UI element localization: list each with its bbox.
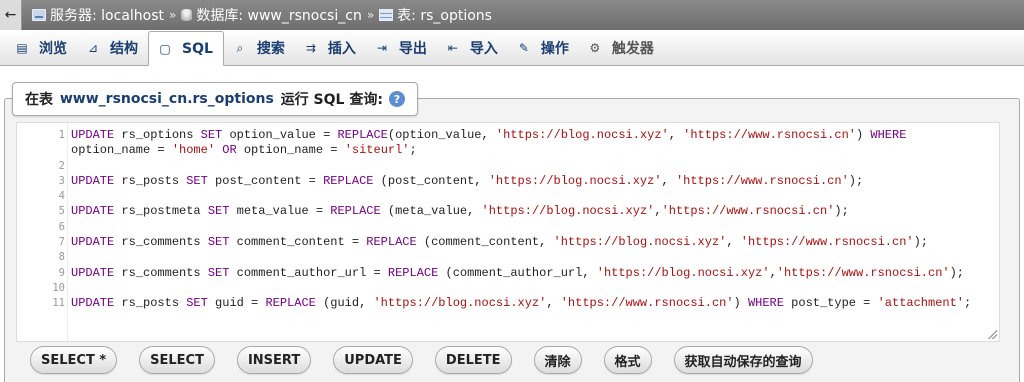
help-icon[interactable]: ? — [388, 91, 405, 107]
line-number: 5 — [58, 205, 65, 218]
code-line[interactable]: UPDATE rs_postmeta SET meta_value = REPL… — [71, 204, 995, 219]
tab-label: 触发器 — [611, 41, 654, 57]
line-number — [17, 143, 67, 158]
breadcrumb-database-label[interactable]: 数据库: www_rsnocsi_cn — [196, 5, 361, 25]
code-line[interactable]: UPDATE rs_posts SET guid = REPLACE (guid… — [71, 296, 995, 311]
sql-icon: ▢ — [159, 41, 171, 56]
tab-label: 插入 — [327, 41, 356, 57]
sql-code[interactable]: UPDATE rs_options SET option_value = REP… — [71, 128, 995, 312]
code-line[interactable] — [71, 281, 995, 296]
line-numbers: 1 2 3 4 5 6 7 8 9 10 11 — [17, 128, 67, 312]
line-number: 11 — [52, 297, 65, 310]
line-number: 6 — [58, 220, 65, 233]
code-line[interactable]: option_name = 'home' OR option_name = 's… — [71, 143, 995, 158]
database-icon — [181, 9, 193, 21]
line-number: 2 — [58, 159, 65, 172]
breadcrumb: 服务器: localhost » 数据库: www_rsnocsi_cn » 表… — [22, 5, 492, 25]
tab-search[interactable]: ⌕ 搜索 — [224, 31, 295, 65]
breadcrumb-server[interactable]: 服务器: localhost — [32, 5, 164, 25]
code-line[interactable] — [71, 220, 995, 235]
select-star-button[interactable]: SELECT * — [30, 346, 118, 374]
line-number: 10 — [52, 281, 65, 294]
tab-label: 导入 — [469, 41, 498, 57]
clear-button[interactable]: 清除 — [533, 346, 582, 374]
code-line[interactable] — [71, 159, 995, 174]
tab-bar: ▤ 浏览 ⊿ 结构 ▢ SQL ⌕ 搜索 ⇉ 插入 ⇥ 导出 ⇤ 导入 ✎ 操作 ⚙ 触发器 — [0, 30, 1024, 66]
search-icon: ⌕ — [236, 40, 244, 55]
tab-label: 操作 — [540, 41, 569, 57]
tab-import[interactable]: ⇤ 导入 — [437, 31, 508, 65]
line-number: 3 — [58, 174, 65, 187]
tab-label: 导出 — [398, 41, 427, 57]
delete-button[interactable]: DELETE — [434, 346, 512, 374]
line-number: 8 — [58, 251, 65, 264]
tab-label: 浏览 — [39, 41, 67, 57]
code-line[interactable]: UPDATE rs_comments SET comment_author_ur… — [71, 266, 995, 281]
breadcrumb-table[interactable]: 表: rs_options — [379, 5, 492, 25]
code-line[interactable] — [71, 250, 995, 265]
table-icon — [379, 9, 394, 21]
tab-label: 搜索 — [256, 41, 285, 57]
breadcrumb-separator: » — [169, 8, 177, 22]
sql-editor[interactable]: 1 2 3 4 5 6 7 8 9 10 11 UPDATE rs_options SET opti… — [16, 122, 1000, 342]
structure-icon: ⊿ — [87, 41, 99, 55]
legend-suffix: 运行 SQL 查询: — [280, 92, 383, 108]
format-button[interactable]: 格式 — [603, 346, 652, 374]
select-button[interactable]: SELECT — [139, 346, 215, 374]
get-autosaved-query-button[interactable]: 获取自动保存的查询 — [673, 346, 813, 374]
query-buttons: SELECT * SELECT INSERT UPDATE DELETE 清除 … — [30, 346, 813, 374]
line-number: 4 — [58, 190, 65, 203]
resize-handle-icon[interactable] — [987, 329, 997, 339]
legend-table-name: www_rsnocsi_cn.rs_options — [59, 91, 274, 107]
tab-browse[interactable]: ▤ 浏览 — [6, 31, 77, 65]
breadcrumb-server-label[interactable]: 服务器: localhost — [50, 5, 164, 25]
tab-export[interactable]: ⇥ 导出 — [366, 31, 437, 65]
breadcrumb-database[interactable]: 数据库: www_rsnocsi_cn — [181, 5, 362, 25]
breadcrumb-table-label[interactable]: 表: rs_options — [397, 5, 492, 25]
browse-icon: ▤ — [16, 41, 28, 55]
tab-label: 结构 — [110, 41, 138, 57]
tab-sql[interactable]: ▢ SQL — [148, 31, 224, 66]
code-line[interactable]: UPDATE rs_options SET option_value = REP… — [71, 128, 995, 143]
insert-button[interactable]: INSERT — [236, 346, 312, 374]
line-number: 1 — [58, 129, 65, 141]
code-line[interactable]: UPDATE rs_posts SET post_content = REPLA… — [71, 174, 995, 189]
editor-gutter-divider — [67, 123, 68, 341]
operations-icon: ✎ — [518, 41, 529, 55]
server-icon — [32, 9, 46, 21]
panel-legend: 在表 www_rsnocsi_cn.rs_options 运行 SQL 查询: … — [12, 82, 418, 116]
breadcrumb-separator: » — [366, 8, 375, 22]
triggers-icon: ⚙ — [589, 41, 601, 55]
back-arrow-icon[interactable]: ← — [0, 0, 22, 30]
import-icon: ⇤ — [447, 41, 458, 55]
code-line[interactable]: UPDATE rs_comments SET comment_content =… — [71, 235, 995, 250]
tab-label: SQL — [182, 40, 213, 57]
breadcrumb-bar: ← 服务器: localhost » 数据库: www_rsnocsi_cn »… — [0, 0, 1024, 30]
tab-structure[interactable]: ⊿ 结构 — [77, 31, 148, 65]
tab-operations[interactable]: ✎ 操作 — [508, 31, 579, 65]
code-line[interactable] — [71, 189, 995, 204]
legend-prefix: 在表 — [25, 92, 53, 108]
insert-icon: ⇉ — [305, 41, 316, 55]
line-number: 9 — [58, 266, 65, 279]
tab-triggers[interactable]: ⚙ 触发器 — [579, 31, 664, 65]
tab-insert[interactable]: ⇉ 插入 — [295, 31, 366, 65]
line-number: 7 — [58, 236, 65, 249]
update-button[interactable]: UPDATE — [333, 346, 413, 374]
export-icon: ⇥ — [376, 41, 387, 55]
